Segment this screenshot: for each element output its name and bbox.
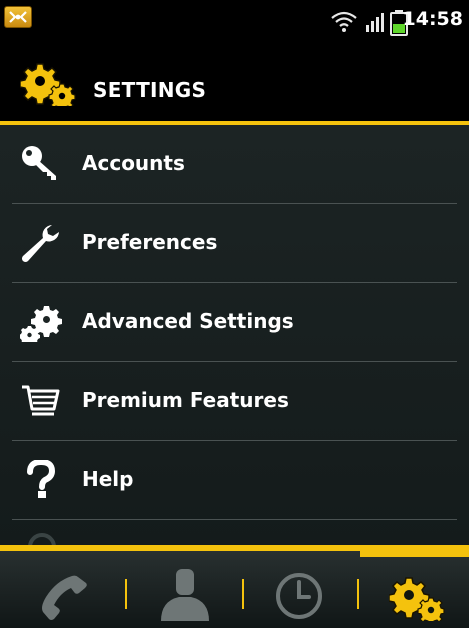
wifi-icon [331,11,357,32]
shopping-cart-icon [22,385,60,416]
gears-icon [389,577,445,621]
bottom-tab-bar [0,545,469,628]
settings-list: Accounts Preferences Advanced Settings P… [0,125,469,545]
status-bar: 14:58 [0,0,469,50]
partial-item-icon [28,533,56,545]
wrench-icon [21,225,59,263]
tab-bar-accent-line [0,545,360,551]
settings-item-advanced-settings[interactable]: Advanced Settings [0,283,469,361]
settings-item-label: Accounts [82,151,185,175]
gears-icon [20,63,76,106]
settings-item-preferences[interactable]: Preferences [0,204,469,282]
page-title: SETTINGS [93,78,207,102]
clock-icon [276,573,322,619]
settings-item-label: Help [82,467,134,491]
phone-icon [42,575,87,620]
settings-item-premium-features[interactable]: Premium Features [0,362,469,440]
tab-history[interactable] [250,559,350,625]
title-bar: SETTINGS [0,50,469,121]
notification-app-icon[interactable] [4,6,32,28]
settings-item-partial[interactable] [0,520,469,545]
active-tab-indicator [360,545,469,557]
settings-item-accounts[interactable]: Accounts [0,125,469,203]
key-icon [22,146,56,180]
tab-separator [357,579,359,609]
settings-item-label: Preferences [82,230,218,254]
question-icon [27,460,56,498]
tab-contacts[interactable] [135,559,235,625]
tab-separator [125,579,127,609]
settings-item-help[interactable]: Help [0,441,469,519]
tab-separator [242,579,244,609]
settings-screen: 14:58 SETTINGS Accounts Preferences Adva… [0,0,469,628]
tab-phone[interactable] [20,559,110,625]
status-time: 14:58 [402,8,463,30]
settings-item-label: Premium Features [82,388,289,412]
gears-icon [20,306,62,342]
tab-settings[interactable] [365,559,469,625]
settings-item-label: Advanced Settings [82,309,294,333]
person-icon [161,569,209,621]
signal-icon [366,13,384,32]
